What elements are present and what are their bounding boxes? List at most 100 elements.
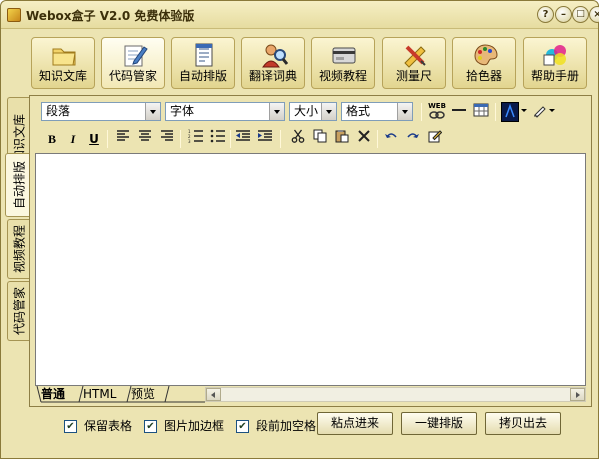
side-tab-code-manager[interactable]: 代码管家 [7,281,29,341]
toolbar-help-manual[interactable]: 帮助手册 [523,37,587,89]
checkbox-paragraph-indent[interactable]: ✔ [236,420,249,433]
edit-source-button[interactable] [425,129,445,149]
insert-table-button[interactable] [471,102,491,122]
toolbar-label: 视频教程 [318,69,367,83]
window-title: Webox盒子 V2.0 免费体验版 [26,9,195,23]
ordered-list-button[interactable]: 123 [186,129,206,149]
toolbar-label: 知识文库 [38,69,87,83]
help-colors-icon [543,45,566,66]
pen-paper-icon [124,45,148,67]
palette-icon [474,44,498,66]
chevron-down-icon [397,103,412,120]
minimize-button[interactable]: – [555,6,572,23]
scroll-left-icon[interactable] [206,388,221,401]
copy-button[interactable] [310,129,330,149]
toolbar-knowledge-library[interactable]: 知识文库 [31,37,95,89]
font-select[interactable]: 字体 [165,102,285,121]
delete-button[interactable] [354,129,374,149]
horizontal-rule-button[interactable] [449,102,469,122]
style-select[interactable]: 格式 [341,102,413,121]
toolbar-code-manager[interactable]: 代码管家 [101,37,165,89]
italic-button[interactable]: I [63,129,83,149]
highlight-color-button[interactable] [530,102,550,122]
align-center-button[interactable] [135,129,155,149]
side-tab-label: 代码管家 [12,286,26,336]
toolbar-label: 拾色器 [465,69,502,83]
toolbar-label: 帮助手册 [530,69,579,83]
side-tab-label: 视频教程 [12,224,26,274]
title-bar[interactable]: Webox盒子 V2.0 免费体验版 ? – □ [1,1,598,29]
tab-dividers [36,386,205,403]
bold-button[interactable]: B [42,129,62,149]
toolbar-color-picker[interactable]: 拾色器 [452,37,516,89]
toolbar-video-tutorial[interactable]: 视频教程 [311,37,375,89]
help-title-button[interactable]: ? [537,6,554,23]
chevron-down-icon [145,103,160,120]
undo-button[interactable] [381,129,401,149]
underline-button[interactable]: U [84,129,104,149]
font-color-button[interactable] [501,102,519,122]
redo-icon [407,133,419,138]
app-window: Webox盒子 V2.0 免费体验版 ? – □ × 知识文库 代码管家 自动排… [0,0,599,459]
close-button[interactable]: × [589,6,599,23]
toolbar-label: 测量尺 [395,69,432,83]
side-tab-auto-format[interactable]: 自动排版 [5,153,31,217]
toolbar-ruler[interactable]: 测量尺 [382,37,446,89]
paste-button[interactable] [332,129,352,149]
cut-button[interactable] [288,129,308,149]
table-icon [473,103,489,117]
paragraph-select[interactable]: 段落 [41,102,161,121]
editor-mode-tabs: 普通 HTML 预览 [35,386,586,403]
app-logo-icon [7,8,21,22]
font-color-icon [505,103,515,118]
outdent-icon [236,130,250,141]
toolbar-translate-dictionary[interactable]: 翻译词典 [241,37,305,89]
link-icon [429,111,445,119]
maximize-button[interactable]: □ [572,6,589,23]
align-right-button[interactable] [157,129,177,149]
undo-icon [385,133,397,138]
align-right-icon [161,130,173,141]
align-center-icon [139,130,151,141]
scissors-icon [291,129,305,143]
checkbox-keep-tables[interactable]: ✔ [64,420,77,433]
document-icon [195,43,213,67]
chevron-down-icon [521,109,527,112]
scroll-right-icon[interactable] [570,388,585,401]
copy-icon [313,129,327,143]
unordered-list-button[interactable] [208,129,228,149]
rich-text-editor[interactable] [35,153,586,386]
toolbar-auto-format[interactable]: 自动排版 [171,37,235,89]
align-left-button[interactable] [113,129,133,149]
edit-icon [428,130,443,143]
folder-icon [52,48,76,66]
paragraph-select-value: 段落 [46,104,71,118]
toolbar-label: 代码管家 [108,69,157,83]
toolbar-label: 翻译词典 [248,69,297,83]
person-magnifier-icon [262,44,288,68]
highlight-color-dropdown[interactable] [548,102,556,122]
one-click-format-button[interactable]: 一键排版 [401,412,477,435]
size-select-value: 大小 [294,104,319,118]
paste-in-button[interactable]: 粘点进来 [317,412,393,435]
web-label: WEB [428,102,446,110]
indent-button[interactable] [255,129,275,149]
insert-link-button[interactable]: WEB [427,102,447,122]
side-tab-label: 自动排版 [12,160,26,210]
option-label: 保留表格 [84,419,133,433]
format-toolbar-row1: 段落 字体 大小 格式 WEB [35,102,589,124]
checkbox-image-border[interactable]: ✔ [144,420,157,433]
chevron-down-icon [269,103,284,120]
horizontal-scrollbar[interactable] [205,387,586,402]
side-tab-video-tutorial[interactable]: 视频教程 [7,219,29,279]
outdent-button[interactable] [233,129,253,149]
align-left-icon [117,130,129,141]
font-select-value: 字体 [170,104,195,118]
side-tab-bar: 知识文库 自动排版 视频教程 代码管家 [5,97,31,457]
font-color-dropdown[interactable] [520,102,528,122]
redo-button[interactable] [403,129,423,149]
copy-out-button[interactable]: 拷贝出去 [485,412,561,435]
option-label: 段前加空格 [256,419,317,433]
chevron-down-icon [321,103,336,120]
size-select[interactable]: 大小 [289,102,337,121]
